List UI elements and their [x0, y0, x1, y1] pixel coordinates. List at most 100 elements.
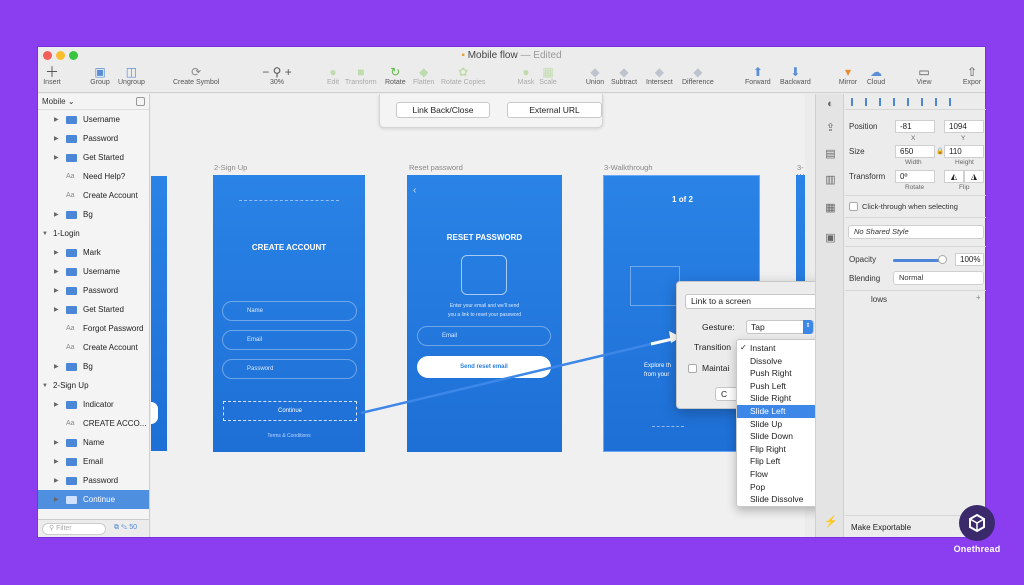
insert-button[interactable]: ＋ Insert: [42, 64, 62, 87]
layer-row[interactable]: ▶ Mark: [38, 243, 149, 262]
layer-row[interactable]: ▶ Username: [38, 110, 149, 129]
printer-icon[interactable]: ▤: [824, 148, 837, 160]
create-symbol-button[interactable]: ⟳ Create Symbol: [173, 64, 219, 87]
disclosure-closed-icon[interactable]: ▶: [54, 135, 59, 142]
export-button[interactable]: ⇧ Expor: [962, 64, 982, 87]
layer-group[interactable]: ▼ 2-Sign Up: [38, 376, 149, 395]
layer-row[interactable]: ▶ Continue: [38, 490, 149, 509]
layer-row[interactable]: ▶ Name: [38, 433, 149, 452]
collapse-button[interactable]: [136, 97, 145, 106]
cloud-button[interactable]: ☁ Cloud: [866, 64, 886, 87]
lightning-icon[interactable]: ⚡: [824, 516, 838, 528]
lock-ratio-icon[interactable]: 🔒: [936, 147, 944, 155]
list-icon[interactable]: ▥: [824, 174, 837, 186]
layer-row[interactable]: Aa Create Account: [38, 186, 149, 205]
disclosure-closed-icon[interactable]: ▶: [54, 439, 59, 446]
disclosure-closed-icon[interactable]: ▶: [54, 458, 59, 465]
ungroup-button[interactable]: ◫ Ungroup: [118, 64, 145, 87]
disclosure-closed-icon[interactable]: ▶: [54, 496, 59, 503]
layer-row[interactable]: ▶ Password: [38, 129, 149, 148]
filter-input[interactable]: ⚲ Filter: [42, 523, 106, 535]
width-field[interactable]: 650: [895, 145, 935, 158]
edit-button[interactable]: ● Edit: [323, 64, 343, 87]
flatten-button[interactable]: ◆ Flatten: [413, 64, 434, 87]
layer-row[interactable]: ▶ Bg: [38, 205, 149, 224]
layer-row[interactable]: ▶ Get Started: [38, 148, 149, 167]
intersect-button[interactable]: ◆ Intersect: [646, 64, 673, 87]
layer-row[interactable]: ▶ Bg: [38, 357, 149, 376]
transition-option[interactable]: Push Left: [737, 380, 822, 393]
rotate-copies-button[interactable]: ✿ Rotate Copies: [441, 64, 485, 87]
disclosure-closed-icon[interactable]: ▶: [54, 211, 59, 218]
link-back-close-button[interactable]: Link Back/Close: [396, 102, 490, 118]
disclosure-closed-icon[interactable]: ▶: [54, 268, 59, 275]
transform-button[interactable]: ■ Transform: [345, 64, 377, 87]
disclosure-open-icon[interactable]: ▼: [42, 231, 48, 237]
transition-option[interactable]: Dissolve: [737, 355, 822, 368]
close-window-button[interactable]: [43, 51, 52, 60]
layer-row[interactable]: Aa Need Help?: [38, 167, 149, 186]
union-button[interactable]: ◆ Union: [585, 64, 605, 87]
transition-option[interactable]: Flip Right: [737, 443, 822, 456]
layer-group[interactable]: ▼ 1-Login: [38, 224, 149, 243]
image-icon[interactable]: ▣: [824, 232, 837, 244]
transition-option[interactable]: Push Right: [737, 367, 822, 380]
minimize-window-button[interactable]: [56, 51, 65, 60]
difference-button[interactable]: ◆ Difference: [682, 64, 714, 87]
layer-row[interactable]: ▶ Password: [38, 471, 149, 490]
opacity-slider-knob[interactable]: [938, 255, 947, 264]
disclosure-closed-icon[interactable]: ▶: [54, 401, 59, 408]
disclosure-open-icon[interactable]: ▼: [42, 383, 48, 389]
grid-icon[interactable]: ▦: [824, 202, 837, 214]
transition-option[interactable]: Slide Dissolve: [737, 493, 822, 506]
transition-option[interactable]: Slide Right: [737, 392, 822, 405]
group-button[interactable]: ▣ Group: [90, 64, 110, 87]
transition-option[interactable]: Pop: [737, 481, 822, 494]
layer-row[interactable]: ▶ Email: [38, 452, 149, 471]
flip-horizontal-button[interactable]: ◭: [944, 170, 964, 183]
transition-option[interactable]: Flow: [737, 468, 822, 481]
transition-option[interactable]: Slide Up: [737, 418, 822, 431]
disclosure-closed-icon[interactable]: ▶: [54, 363, 59, 370]
blending-select[interactable]: Normal: [893, 271, 984, 285]
scale-button[interactable]: ▦ Scale: [538, 64, 558, 87]
rotate-field[interactable]: 0º: [895, 170, 935, 183]
disclosure-closed-icon[interactable]: ▶: [54, 306, 59, 313]
layer-row[interactable]: ▶ Password: [38, 281, 149, 300]
transition-option[interactable]: Slide Left: [737, 404, 822, 418]
opacity-slider[interactable]: [893, 259, 941, 262]
add-shadow-button[interactable]: +: [976, 293, 981, 302]
align-buttons[interactable]: [845, 94, 986, 110]
library-icon[interactable]: ◐: [824, 98, 837, 110]
x-field[interactable]: -81: [895, 120, 935, 133]
shared-style-select[interactable]: No Shared Style: [848, 225, 984, 239]
disclosure-closed-icon[interactable]: ▶: [54, 287, 59, 294]
disclosure-closed-icon[interactable]: ▶: [54, 477, 59, 484]
transition-option[interactable]: ✓ Instant: [737, 342, 822, 355]
mirror-button[interactable]: ▾ Mirror: [838, 64, 858, 87]
transition-option[interactable]: Slide Down: [737, 430, 822, 443]
zoom-control[interactable]: − ⚲ +30%: [260, 64, 294, 87]
disclosure-closed-icon[interactable]: ▶: [54, 154, 59, 161]
view-button[interactable]: ▭ View: [914, 64, 934, 87]
layer-row[interactable]: ▶ Username: [38, 262, 149, 281]
layer-row[interactable]: Aa Create Account: [38, 338, 149, 357]
opacity-field[interactable]: 100%: [955, 253, 984, 266]
maintain-scroll-checkbox[interactable]: [688, 364, 697, 373]
y-field[interactable]: 1094: [944, 120, 984, 133]
layer-row[interactable]: ▶ Indicator: [38, 395, 149, 414]
click-through-checkbox[interactable]: [849, 202, 858, 211]
disclosure-closed-icon[interactable]: ▶: [54, 249, 59, 256]
backward-button[interactable]: ⬇ Backward: [780, 64, 811, 87]
flip-vertical-button[interactable]: ◮: [964, 170, 984, 183]
forward-button[interactable]: ⬆ Forward: [745, 64, 771, 87]
rotate-button[interactable]: ↻ Rotate: [385, 64, 406, 87]
external-url-button[interactable]: External URL: [507, 102, 602, 118]
page-selector[interactable]: Mobile ⌄: [38, 94, 149, 110]
gesture-select[interactable]: Tap ⇕: [746, 320, 814, 334]
disclosure-closed-icon[interactable]: ▶: [54, 116, 59, 123]
zoom-window-button[interactable]: [69, 51, 78, 60]
transition-option[interactable]: Flip Left: [737, 455, 822, 468]
height-field[interactable]: 110: [944, 145, 984, 158]
layer-row[interactable]: Aa CREATE ACCO...: [38, 414, 149, 433]
